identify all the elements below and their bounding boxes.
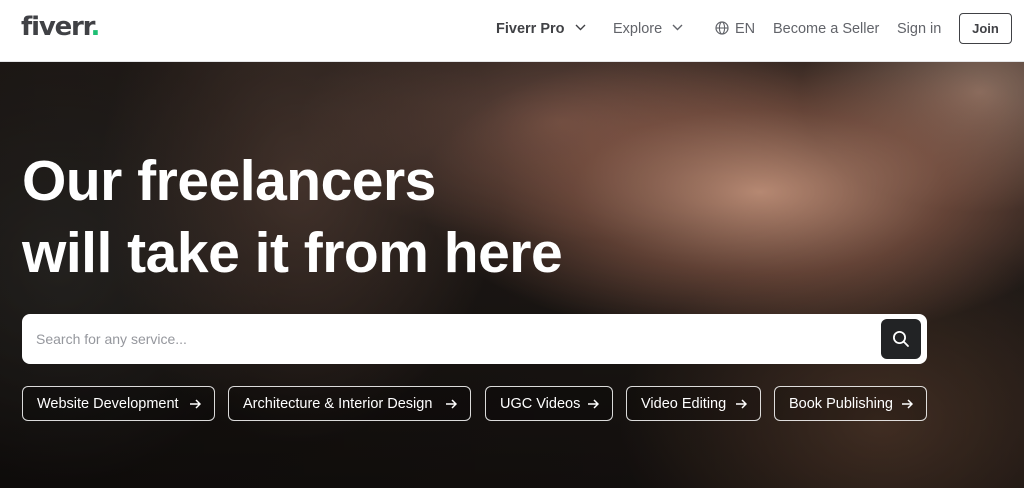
chip-ugc-videos[interactable]: UGC Videos (485, 386, 613, 421)
hero-headline: Our freelancers will take it from here (22, 145, 563, 289)
headline-line-1: Our freelancers (22, 149, 436, 213)
arrow-right-icon (588, 399, 599, 409)
arrow-right-icon (902, 399, 913, 409)
globe-icon (715, 21, 729, 35)
chip-website-development[interactable]: Website Development (22, 386, 215, 421)
explore-menu[interactable]: Explore (613, 20, 683, 38)
chip-label: Website Development (37, 395, 179, 412)
search-icon (893, 331, 909, 347)
search-bar (22, 314, 927, 364)
logo-text: fiverr (21, 12, 92, 42)
chip-architecture-interior-design[interactable]: Architecture & Interior Design (228, 386, 471, 421)
become-seller-link[interactable]: Become a Seller (773, 20, 879, 38)
logo-dot: . (90, 12, 101, 42)
chevron-down-icon (575, 24, 586, 31)
arrow-right-icon (736, 399, 747, 409)
chip-label: Book Publishing (789, 395, 893, 412)
search-button[interactable] (881, 319, 921, 359)
sign-in-link[interactable]: Sign in (897, 20, 941, 38)
arrow-right-icon (446, 399, 457, 409)
language-selector[interactable]: EN (715, 20, 755, 38)
arrow-right-icon (190, 399, 201, 409)
fiverr-logo[interactable]: fiverr. (21, 12, 101, 42)
chip-label: Video Editing (641, 395, 727, 412)
chip-label: Architecture & Interior Design (243, 395, 433, 412)
search-input[interactable] (22, 314, 877, 364)
chip-video-editing[interactable]: Video Editing (626, 386, 761, 421)
chevron-down-icon (672, 24, 683, 31)
chip-label: UGC Videos (500, 395, 581, 412)
join-button[interactable]: Join (959, 13, 1012, 44)
fiverr-pro-menu[interactable]: Fiverr Pro (496, 20, 586, 38)
chip-book-publishing[interactable]: Book Publishing (774, 386, 927, 421)
explore-label: Explore (613, 21, 663, 37)
fiverr-pro-label: Fiverr Pro (496, 21, 565, 37)
headline-line-2: will take it from here (22, 221, 563, 285)
language-label: EN (735, 21, 756, 37)
top-navbar: fiverr. Fiverr Pro Explore EN Become a S… (0, 0, 1024, 62)
